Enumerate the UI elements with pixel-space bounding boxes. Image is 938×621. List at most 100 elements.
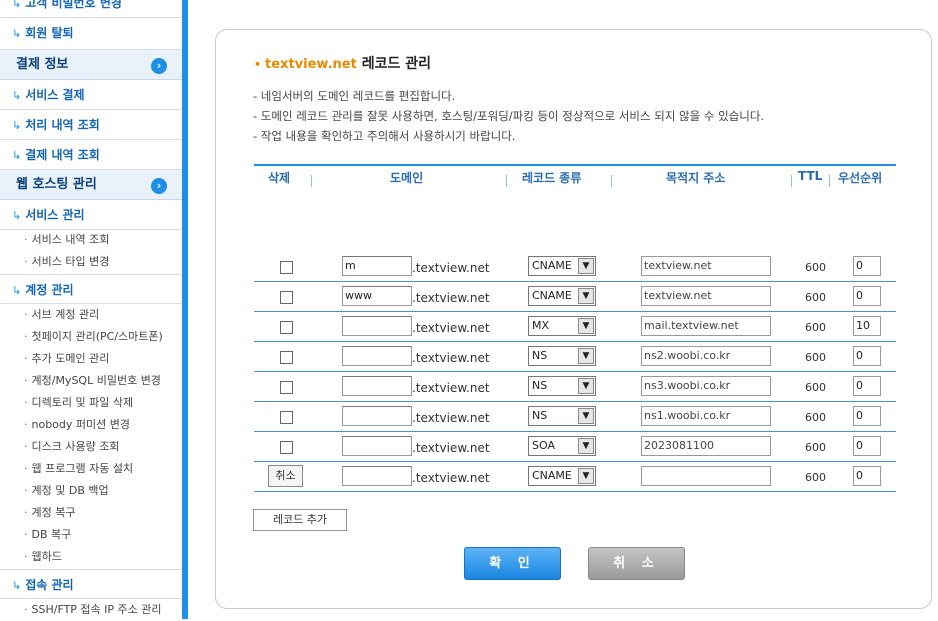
sidebar-item-label: 처리 내역 조회 [25, 118, 100, 132]
header-target: 목적지 주소 [666, 171, 726, 185]
add-record-button[interactable]: 레코드 추가 [253, 509, 347, 531]
chevron-down-icon[interactable]: ▼ [578, 318, 594, 334]
chevron-down-icon[interactable]: ▼ [578, 348, 594, 364]
priority-input[interactable]: 0 [853, 376, 881, 396]
record-type-select[interactable]: NS ▼ [528, 346, 596, 366]
target-input[interactable]: ns3.woobi.co.kr [641, 376, 771, 396]
record-type-select[interactable]: SOA ▼ [528, 436, 596, 456]
host-input[interactable] [342, 346, 412, 366]
ttl-value: 600 [805, 321, 826, 334]
target-input[interactable]: ns2.woobi.co.kr [641, 346, 771, 366]
sidebar-item-processing-history[interactable]: ↳ 처리 내역 조회 [0, 110, 182, 140]
priority-input[interactable]: 0 [853, 436, 881, 456]
sidebar-leaf-disk-usage[interactable]: 디스크 사용량 조회 [24, 436, 120, 458]
sidebar-item-withdraw[interactable]: ↳ 회원 탈퇴 [0, 18, 182, 50]
host-input[interactable] [342, 436, 412, 456]
section-label: 웹 호스팅 관리 [16, 177, 97, 192]
chevron-down-icon[interactable]: ▼ [578, 438, 594, 454]
host-input[interactable] [342, 316, 412, 336]
target-input[interactable] [641, 466, 771, 486]
sidebar-item-label: 접속 관리 [25, 578, 74, 592]
host-input[interactable] [342, 406, 412, 426]
target-input[interactable]: textview.net [641, 286, 771, 306]
sidebar-leaf-service-type[interactable]: 서비스 타입 변경 [24, 251, 110, 273]
arrow-icon: ↳ [12, 89, 22, 102]
sidebar-section-hosting[interactable]: 웹 호스팅 관리 › [0, 170, 182, 200]
record-type-select[interactable]: MX ▼ [528, 316, 596, 336]
sidebar-leaf-sub-account[interactable]: 서브 계정 관리 [24, 304, 100, 326]
section-label: 결제 정보 [16, 57, 69, 72]
arrow-icon: ↳ [12, 27, 22, 40]
chevron-down-icon[interactable]: ▼ [578, 378, 594, 394]
record-type-select[interactable]: CNAME ▼ [528, 466, 596, 486]
record-type-select[interactable]: NS ▼ [528, 376, 596, 396]
sidebar-leaf-nobody-permission[interactable]: nobody 퍼미션 변경 [24, 414, 131, 436]
target-input[interactable]: ns1.woobi.co.kr [641, 406, 771, 426]
sidebar-leaf-first-page[interactable]: 첫페이지 관리(PC/스마트폰) [24, 326, 163, 348]
sidebar-leaf-ssh-ftp-ip[interactable]: SSH/FTP 접속 IP 주소 관리 [24, 599, 162, 621]
delete-checkbox[interactable] [280, 411, 293, 424]
cancel-row-button[interactable]: 취소 [268, 465, 303, 487]
record-type-select[interactable]: CNAME ▼ [528, 286, 596, 306]
target-input[interactable]: mail.textview.net [641, 316, 771, 336]
delete-checkbox[interactable] [280, 441, 293, 454]
sidebar-item-payment-history[interactable]: ↳ 결제 내역 조회 [0, 140, 182, 170]
chevron-down-icon[interactable]: ▼ [578, 468, 594, 484]
delete-checkbox[interactable] [280, 321, 293, 334]
domain-suffix: .textview.net [412, 261, 490, 275]
chevron-down-icon[interactable]: ▼ [578, 258, 594, 274]
delete-checkbox[interactable] [280, 291, 293, 304]
sidebar-item-account-manage[interactable]: ↳ 계정 관리 [0, 274, 182, 304]
sidebar-section-payment[interactable]: 결제 정보 › [0, 50, 182, 80]
delete-checkbox[interactable] [280, 351, 293, 364]
record-type-select[interactable]: NS ▼ [528, 406, 596, 426]
table-row: www .textview.net CNAME ▼ textview.net 60… [254, 282, 896, 312]
host-input[interactable]: m [342, 256, 412, 276]
sidebar: ↳ 고객 비밀번호 변경 ↳ 회원 탈퇴 결제 정보 › ↳ 서비스 결제 ↳ 처리 내… [0, 0, 182, 619]
priority-input[interactable]: 10 [853, 316, 881, 336]
header-separator [791, 175, 792, 187]
chevron-down-icon[interactable]: ▼ [578, 408, 594, 424]
sidebar-leaf-password-change[interactable]: 계정/MySQL 비밀번호 변경 [24, 370, 161, 392]
header-separator [311, 175, 312, 187]
chevron-down-icon[interactable]: ▼ [578, 288, 594, 304]
host-input[interactable]: www [342, 286, 412, 306]
priority-input[interactable]: 0 [853, 466, 881, 486]
host-input[interactable] [342, 466, 412, 486]
target-input[interactable]: 2023081100 [641, 436, 771, 456]
ttl-value: 600 [805, 471, 826, 484]
confirm-button[interactable]: 확 인 [464, 547, 561, 580]
domain-suffix: .textview.net [412, 411, 490, 425]
ttl-value: 600 [805, 291, 826, 304]
header-record-type: 레코드 종류 [522, 171, 582, 185]
cancel-button[interactable]: 취 소 [588, 547, 685, 580]
sidebar-item-password[interactable]: ↳ 고객 비밀번호 변경 [0, 0, 182, 18]
sidebar-item-service-manage[interactable]: ↳ 서비스 관리 [0, 200, 182, 230]
sidebar-leaf-auto-install[interactable]: 웹 프로그램 자동 설치 [24, 458, 134, 480]
delete-checkbox[interactable] [280, 381, 293, 394]
sidebar-item-service-payment[interactable]: ↳ 서비스 결제 [0, 80, 182, 110]
target-input[interactable]: textview.net [641, 256, 771, 276]
priority-input[interactable]: 0 [853, 406, 881, 426]
arrow-icon: ↳ [12, 149, 22, 162]
delete-checkbox[interactable] [280, 261, 293, 274]
table-row-new: 취소 .textview.net CNAME ▼ 600 0 [254, 462, 896, 492]
record-management-panel: • textview.net 레코드 관리 - 네임서버의 도메인 레코드를 편집… [215, 29, 932, 609]
record-type-select[interactable]: CNAME ▼ [528, 256, 596, 276]
domain-suffix: .textview.net [412, 381, 490, 395]
sidebar-leaf-extra-domain[interactable]: 추가 도메인 관리 [24, 348, 110, 370]
chevron-right-circle-icon: › [151, 58, 167, 74]
sidebar-item-label: 서비스 결제 [25, 88, 85, 102]
priority-input[interactable]: 0 [853, 256, 881, 276]
host-input[interactable] [342, 376, 412, 396]
sidebar-leaf-service-history[interactable]: 서비스 내역 조회 [24, 229, 110, 251]
priority-input[interactable]: 0 [853, 286, 881, 306]
priority-input[interactable]: 0 [853, 346, 881, 366]
sidebar-leaf-account-restore[interactable]: 계정 복구 [24, 502, 76, 524]
sidebar-item-access-manage[interactable]: ↳ 접속 관리 [0, 569, 182, 599]
sidebar-leaf-db-restore[interactable]: DB 복구 [24, 524, 72, 546]
sidebar-leaf-delete-files[interactable]: 디렉토리 및 파일 삭제 [24, 392, 134, 414]
sidebar-leaf-webhard[interactable]: 웹하드 [24, 546, 62, 568]
sidebar-leaf-backup[interactable]: 계정 및 DB 백업 [24, 480, 109, 502]
ttl-value: 600 [805, 411, 826, 424]
